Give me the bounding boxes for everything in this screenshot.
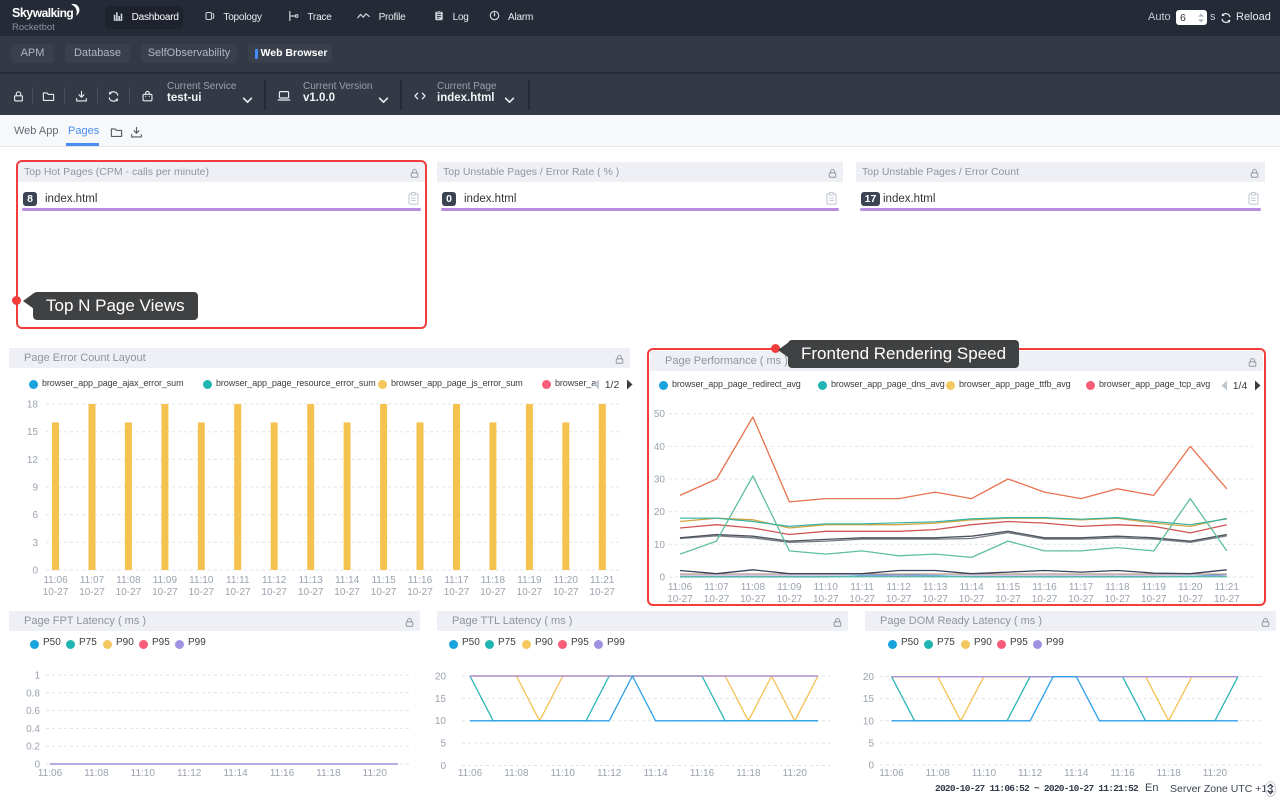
svg-text:11:14: 11:14 xyxy=(335,575,360,586)
svg-text:10-27: 10-27 xyxy=(334,587,360,598)
svg-text:11:06: 11:06 xyxy=(879,768,904,779)
svg-text:11:10: 11:10 xyxy=(972,768,997,779)
svg-text:11:08: 11:08 xyxy=(116,575,141,586)
svg-text:10-27: 10-27 xyxy=(261,587,287,598)
svg-text:10-27: 10-27 xyxy=(444,587,470,598)
svg-text:5: 5 xyxy=(440,739,446,750)
svg-text:0.8: 0.8 xyxy=(26,688,40,699)
svg-text:11:16: 11:16 xyxy=(690,768,715,779)
svg-text:11:08: 11:08 xyxy=(926,768,951,779)
svg-text:11:16: 11:16 xyxy=(1110,768,1135,779)
svg-text:11:09: 11:09 xyxy=(153,575,178,586)
svg-text:11:10: 11:10 xyxy=(551,768,576,779)
svg-text:10-27: 10-27 xyxy=(79,587,105,598)
svg-text:11:19: 11:19 xyxy=(517,575,542,586)
svg-text:11:20: 11:20 xyxy=(554,575,579,586)
svg-text:10: 10 xyxy=(863,716,875,727)
svg-text:11:18: 11:18 xyxy=(481,575,506,586)
svg-text:11:18: 11:18 xyxy=(736,768,761,779)
svg-text:5: 5 xyxy=(868,738,874,749)
svg-text:11:17: 11:17 xyxy=(444,575,469,586)
svg-text:10-27: 10-27 xyxy=(298,587,324,598)
svg-text:10-27: 10-27 xyxy=(553,587,579,598)
svg-text:11:12: 11:12 xyxy=(597,768,622,779)
svg-text:10-27: 10-27 xyxy=(480,587,506,598)
svg-text:10-27: 10-27 xyxy=(43,587,69,598)
svg-text:11:06: 11:06 xyxy=(458,768,483,779)
svg-text:10-27: 10-27 xyxy=(189,587,215,598)
svg-text:0.2: 0.2 xyxy=(26,742,40,753)
svg-text:10-27: 10-27 xyxy=(407,587,433,598)
svg-text:10-27: 10-27 xyxy=(589,587,615,598)
svg-text:3: 3 xyxy=(32,538,38,549)
svg-text:11:07: 11:07 xyxy=(80,575,105,586)
svg-text:11:15: 11:15 xyxy=(371,575,396,586)
svg-text:11:18: 11:18 xyxy=(1157,768,1182,779)
svg-text:10-27: 10-27 xyxy=(517,587,543,598)
svg-text:12: 12 xyxy=(27,455,39,466)
svg-text:11:08: 11:08 xyxy=(84,768,109,779)
svg-text:11:20: 11:20 xyxy=(363,768,388,779)
svg-text:11:10: 11:10 xyxy=(189,575,214,586)
svg-text:11:14: 11:14 xyxy=(1064,768,1089,779)
svg-text:0: 0 xyxy=(868,761,874,772)
svg-text:11:21: 11:21 xyxy=(590,575,615,586)
svg-text:10-27: 10-27 xyxy=(152,587,178,598)
svg-text:20: 20 xyxy=(435,672,447,683)
svg-text:10: 10 xyxy=(435,716,447,727)
svg-text:0.4: 0.4 xyxy=(26,724,40,735)
svg-text:11:11: 11:11 xyxy=(226,575,250,586)
svg-text:11:10: 11:10 xyxy=(131,768,156,779)
svg-text:11:20: 11:20 xyxy=(783,768,808,779)
svg-text:15: 15 xyxy=(435,694,447,705)
svg-text:11:12: 11:12 xyxy=(262,575,287,586)
svg-text:9: 9 xyxy=(32,483,38,494)
svg-text:11:06: 11:06 xyxy=(38,768,63,779)
svg-text:15: 15 xyxy=(863,694,875,705)
svg-text:11:20: 11:20 xyxy=(1203,768,1228,779)
svg-text:11:16: 11:16 xyxy=(408,575,433,586)
svg-text:18: 18 xyxy=(27,400,39,411)
svg-text:11:08: 11:08 xyxy=(504,768,529,779)
svg-text:11:12: 11:12 xyxy=(1018,768,1043,779)
svg-text:11:12: 11:12 xyxy=(177,768,202,779)
svg-text:20: 20 xyxy=(863,672,875,683)
svg-text:10-27: 10-27 xyxy=(116,587,142,598)
svg-text:11:06: 11:06 xyxy=(43,575,68,586)
svg-text:11:13: 11:13 xyxy=(299,575,324,586)
svg-text:6: 6 xyxy=(32,510,38,521)
svg-text:11:14: 11:14 xyxy=(643,768,668,779)
svg-text:10-27: 10-27 xyxy=(371,587,397,598)
svg-text:11:16: 11:16 xyxy=(270,768,295,779)
svg-text:11:14: 11:14 xyxy=(223,768,248,779)
svg-text:0: 0 xyxy=(440,761,446,772)
svg-text:11:18: 11:18 xyxy=(316,768,341,779)
svg-text:0: 0 xyxy=(32,566,38,577)
svg-text:10-27: 10-27 xyxy=(225,587,251,598)
svg-text:15: 15 xyxy=(27,427,39,438)
svg-text:0.6: 0.6 xyxy=(26,706,40,717)
svg-text:1: 1 xyxy=(34,671,40,682)
